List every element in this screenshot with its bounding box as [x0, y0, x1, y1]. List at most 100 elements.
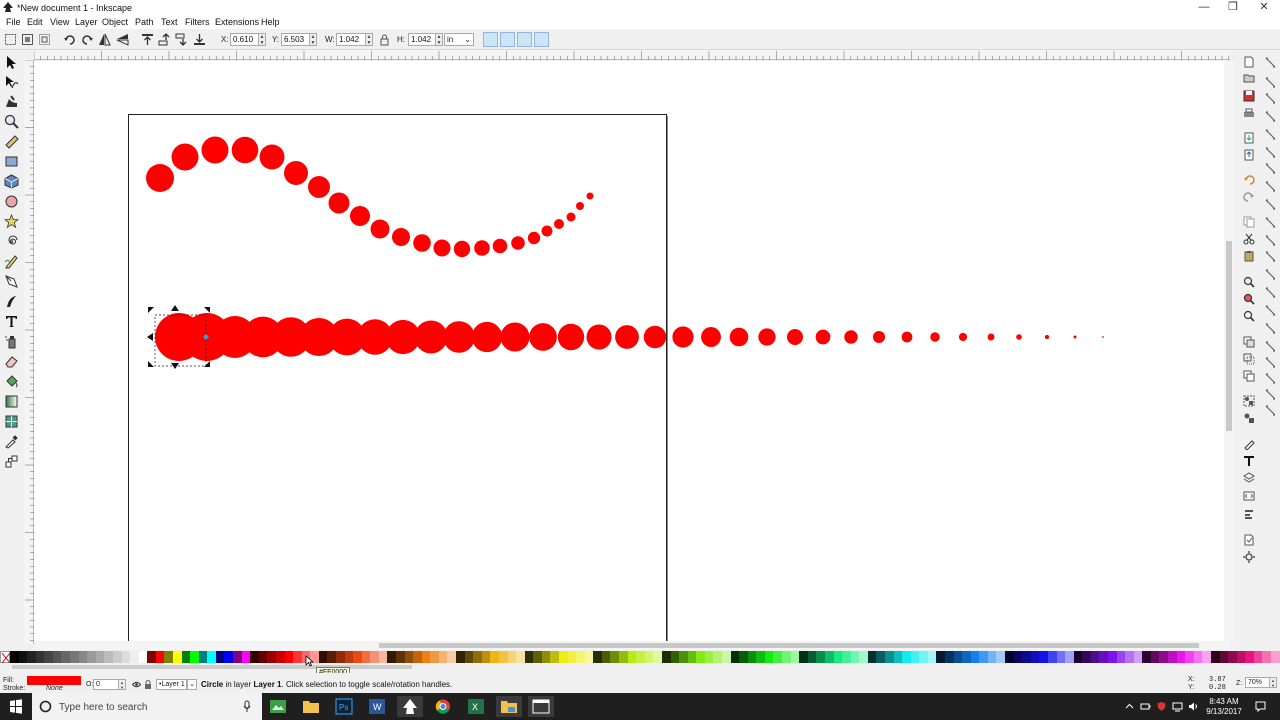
- antivirus-shield-icon[interactable]: [1156, 701, 1167, 712]
- h-stepper[interactable]: ▲ ▼: [436, 33, 443, 46]
- opacity-stepper[interactable]: ▲ ▼: [119, 679, 126, 690]
- align-distribute-icon[interactable]: [1243, 508, 1255, 520]
- xml-editor-icon[interactable]: [1243, 490, 1255, 502]
- dropper-tool-icon[interactable]: [4, 434, 19, 449]
- network-icon[interactable]: [1172, 701, 1183, 712]
- palette-swatch[interactable]: [764, 651, 774, 663]
- palette-swatch[interactable]: [1022, 651, 1031, 663]
- calligraphy-tool-icon[interactable]: [4, 294, 19, 309]
- wave-circle[interactable]: [453, 240, 471, 258]
- palette-swatch[interactable]: [919, 651, 928, 663]
- row-circle[interactable]: [1016, 334, 1022, 340]
- measure-tool-icon[interactable]: [4, 134, 19, 149]
- palette-swatch[interactable]: [996, 651, 1006, 663]
- palette-swatch[interactable]: [498, 651, 508, 663]
- palette-swatch[interactable]: [413, 651, 422, 663]
- row-circle[interactable]: [643, 325, 667, 349]
- palette-swatch[interactable]: [258, 651, 268, 663]
- palette-swatch[interactable]: [44, 651, 53, 663]
- palette-swatch[interactable]: [1210, 651, 1220, 663]
- tweak-tool-icon[interactable]: [4, 94, 19, 109]
- menu-filters[interactable]: Filters: [185, 17, 210, 27]
- row-circle[interactable]: [500, 322, 530, 352]
- preferences-icon[interactable]: [1243, 551, 1255, 563]
- wave-circle[interactable]: [328, 192, 350, 214]
- palette-swatch[interactable]: [670, 651, 680, 663]
- no-paint-swatch[interactable]: [0, 651, 11, 664]
- palette-swatch[interactable]: [1228, 651, 1237, 663]
- text-tool-icon[interactable]: [4, 314, 19, 329]
- palette-swatch[interactable]: [224, 651, 234, 663]
- color-palette[interactable]: [0, 651, 1280, 664]
- palette-swatch[interactable]: [1270, 651, 1280, 663]
- vertical-ruler[interactable]: [24, 59, 34, 644]
- scale-stroke-toggle[interactable]: [483, 32, 498, 47]
- zoom-page-icon[interactable]: [1243, 310, 1255, 322]
- flip-vertical-icon[interactable]: [116, 33, 129, 46]
- palette-swatch[interactable]: [473, 651, 482, 663]
- document-properties-icon[interactable]: [1243, 534, 1255, 546]
- palette-swatch[interactable]: [378, 651, 388, 663]
- row-circle[interactable]: [615, 325, 639, 349]
- palette-swatch[interactable]: [78, 651, 88, 663]
- x-input[interactable]: 0.610: [230, 33, 259, 46]
- palette-swatch[interactable]: [824, 651, 834, 663]
- palette-swatch[interactable]: [936, 651, 946, 663]
- chevron-down-icon[interactable]: ⌄: [187, 679, 197, 690]
- palette-swatch[interactable]: [945, 651, 954, 663]
- palette-scrollbar[interactable]: [0, 663, 1280, 671]
- row-circle[interactable]: [758, 328, 776, 346]
- wave-circle[interactable]: [392, 228, 410, 246]
- selector-tool-icon[interactable]: [4, 55, 19, 70]
- palette-swatch[interactable]: [619, 651, 628, 663]
- raise-icon[interactable]: [158, 33, 171, 46]
- deselect-icon[interactable]: [38, 33, 51, 46]
- row-circle[interactable]: [672, 326, 694, 348]
- palette-swatch[interactable]: [181, 651, 191, 663]
- palette-swatch[interactable]: [859, 651, 868, 663]
- palette-swatch[interactable]: [1133, 651, 1143, 663]
- palette-swatch[interactable]: [130, 651, 139, 663]
- palette-swatch[interactable]: [816, 651, 825, 663]
- palette-swatch[interactable]: [927, 651, 937, 663]
- h-input[interactable]: 1.042: [408, 33, 436, 46]
- photoshop-icon[interactable]: Ps: [331, 696, 357, 717]
- palette-swatch[interactable]: [721, 651, 731, 663]
- copy-icon[interactable]: [1243, 216, 1255, 228]
- palette-swatch[interactable]: [456, 651, 465, 663]
- rectangle-tool-icon[interactable]: [4, 154, 19, 169]
- palette-swatch[interactable]: [318, 651, 328, 663]
- wave-circle[interactable]: [231, 136, 259, 164]
- wave-circle[interactable]: [586, 192, 594, 200]
- spray-tool-icon[interactable]: [4, 334, 19, 349]
- palette-swatch[interactable]: [370, 651, 379, 663]
- unit-select[interactable]: in ⌄: [444, 33, 474, 46]
- scale-corners-toggle[interactable]: [500, 32, 515, 47]
- palette-swatch[interactable]: [704, 651, 714, 663]
- palette-swatch[interactable]: [10, 651, 19, 663]
- palette-swatch[interactable]: [233, 651, 242, 663]
- palette-swatch[interactable]: [644, 651, 654, 663]
- palette-swatch[interactable]: [335, 651, 345, 663]
- wave-circle[interactable]: [171, 143, 199, 171]
- palette-swatch[interactable]: [1219, 651, 1229, 663]
- palette-swatch[interactable]: [884, 651, 894, 663]
- palette-swatch[interactable]: [27, 651, 36, 663]
- unlink-clone-icon[interactable]: [1243, 370, 1255, 382]
- redo-icon[interactable]: [1243, 191, 1255, 203]
- row-circle[interactable]: [901, 331, 913, 343]
- palette-swatch[interactable]: [653, 651, 662, 663]
- palette-swatch[interactable]: [138, 651, 148, 663]
- fill-indicator[interactable]: [27, 676, 81, 685]
- palette-swatch[interactable]: [1150, 651, 1160, 663]
- palette-swatch[interactable]: [713, 651, 722, 663]
- palette-swatch[interactable]: [567, 651, 577, 663]
- taskbar-clock[interactable]: 8:43 AM 9/13/2017: [1198, 697, 1250, 717]
- inkscape-taskbar-icon[interactable]: [397, 696, 423, 717]
- palette-swatch[interactable]: [464, 651, 474, 663]
- palette-swatch[interactable]: [782, 651, 791, 663]
- menu-edit[interactable]: Edit: [27, 17, 43, 27]
- palette-swatch[interactable]: [207, 651, 216, 663]
- flip-horizontal-icon[interactable]: [98, 33, 111, 46]
- palette-swatch[interactable]: [1039, 651, 1048, 663]
